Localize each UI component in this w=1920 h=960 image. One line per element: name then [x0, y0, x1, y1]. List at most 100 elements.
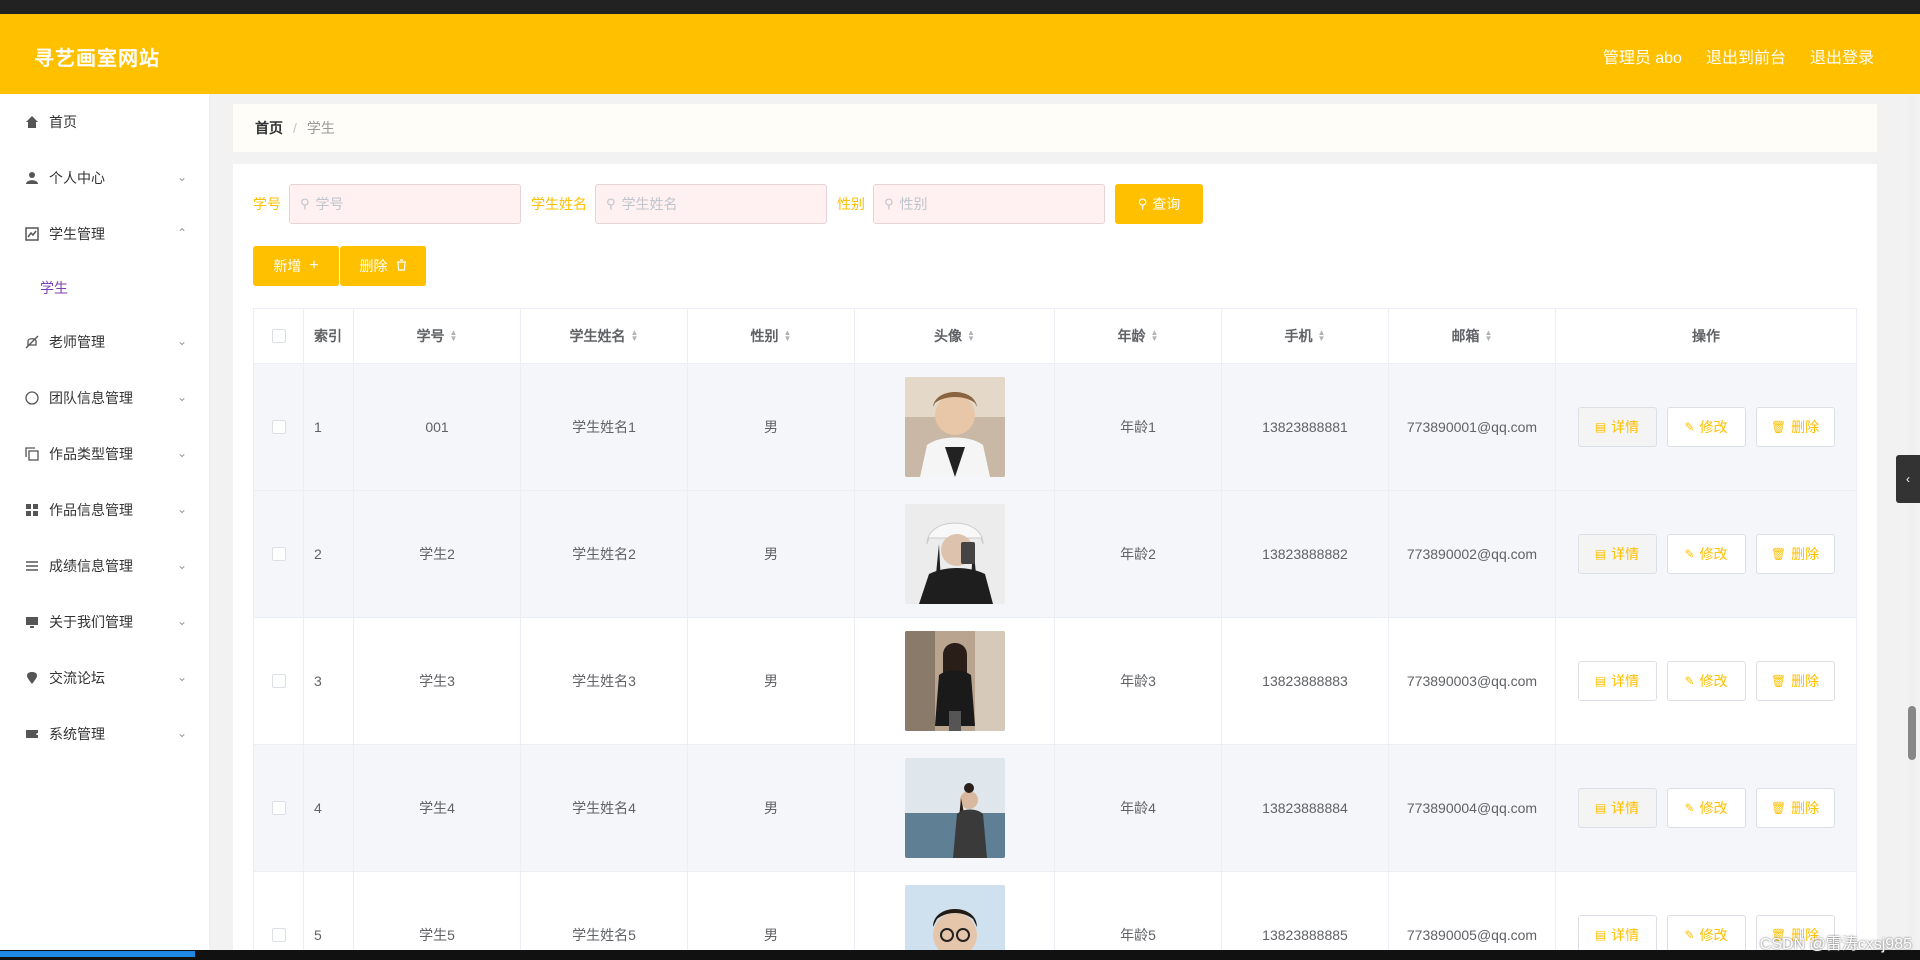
copy-icon: [24, 446, 40, 462]
plus-icon: +: [309, 257, 319, 274]
index-cell: 2: [304, 491, 354, 617]
column-header-avatar[interactable]: 头像 ▲ ▼: [855, 309, 1055, 363]
sidebar-item-about-us[interactable]: 关于我们管理 ⌄: [0, 594, 209, 650]
edit-button[interactable]: ✎ 修改: [1666, 407, 1746, 447]
back-to-frontend-link[interactable]: 退出到前台: [1706, 44, 1786, 68]
trash-icon: 🗑: [1770, 801, 1787, 815]
sidebar-item-forum[interactable]: 交流论坛 ⌄: [0, 650, 209, 706]
index-cell: 4: [304, 745, 354, 871]
detail-button[interactable]: ▤ 详情: [1577, 788, 1657, 828]
edit-icon: ✎: [1684, 547, 1695, 561]
sidebar-item-label: 首页: [49, 114, 77, 130]
sidebar-item-work-info[interactable]: 作品信息管理 ⌄: [0, 482, 209, 538]
delete-button-label: 删除: [1791, 673, 1820, 689]
delete-button[interactable]: 🗑 删除: [1755, 534, 1835, 574]
column-header-age[interactable]: 年龄 ▲ ▼: [1055, 309, 1222, 363]
sort-icon[interactable]: ▲ ▼: [1151, 329, 1159, 343]
student-name-input[interactable]: ⚲ 学生姓名: [595, 184, 827, 224]
sort-icon[interactable]: ▲ ▼: [631, 329, 639, 343]
avatar[interactable]: [904, 504, 1005, 604]
sort-icon[interactable]: ▲ ▼: [967, 329, 975, 343]
sidebar-item-score-info[interactable]: 成绩信息管理 ⌄: [0, 538, 209, 594]
edit-button-label: 修改: [1699, 927, 1728, 943]
avatar[interactable]: [904, 377, 1005, 477]
logout-link[interactable]: 退出登录: [1810, 44, 1874, 68]
detail-button[interactable]: ▤ 详情: [1577, 661, 1657, 701]
sidebar-item-teacher-management[interactable]: 老师管理 ⌄: [0, 314, 209, 370]
detail-button[interactable]: ▤ 详情: [1577, 915, 1657, 955]
avatar-cell: [855, 872, 1055, 960]
column-header-label: 年龄: [1117, 328, 1146, 344]
batch-delete-button-label: 删除: [359, 258, 388, 274]
table-row: 2 学生2 学生姓名2 男 年龄2 13823888882 773890002@…: [254, 491, 1856, 618]
admin-user-link[interactable]: 管理员 abo: [1603, 44, 1682, 68]
sidebar-item-work-type[interactable]: 作品类型管理 ⌄: [0, 426, 209, 482]
add-button[interactable]: 新增 +: [253, 246, 340, 286]
sidebar-subitem-student[interactable]: 学生: [0, 262, 209, 314]
batch-delete-button[interactable]: 删除: [340, 246, 427, 286]
student-name-cell: 学生姓名2: [521, 491, 688, 617]
top-header: 寻艺画室网站 管理员 abo 退出到前台 退出登录: [0, 14, 1920, 94]
sidebar: 首页 个人中心 ⌄ 学生管理 ⌃ 学生 老师管理 ⌄ 团队信息管理 ⌄ 作品类型…: [0, 94, 210, 960]
scrollbar-thumb[interactable]: [1908, 706, 1916, 760]
select-all-checkbox[interactable]: [271, 329, 286, 343]
sidebar-item-label: 系统管理: [49, 726, 105, 742]
edit-button[interactable]: ✎ 修改: [1666, 661, 1746, 701]
sidebar-item-label: 团队信息管理: [49, 390, 133, 406]
detail-button-label: 详情: [1611, 419, 1640, 435]
sidebar-item-home[interactable]: 首页: [0, 94, 209, 150]
sort-icon[interactable]: ▲ ▼: [1318, 329, 1326, 343]
row-checkbox[interactable]: [271, 420, 286, 434]
row-checkbox[interactable]: [271, 928, 286, 942]
delete-button[interactable]: 🗑 删除: [1755, 788, 1835, 828]
row-checkbox[interactable]: [271, 547, 286, 561]
query-button[interactable]: ⚲ 查询: [1115, 184, 1203, 224]
collapse-panel-tab[interactable]: ‹: [1896, 455, 1920, 503]
avatar[interactable]: [904, 631, 1005, 731]
column-header-student-name[interactable]: 学生姓名 ▲ ▼: [521, 309, 688, 363]
detail-button[interactable]: ▤ 详情: [1577, 534, 1657, 574]
column-header-student-no[interactable]: 学号 ▲ ▼: [354, 309, 521, 363]
trash-icon: 🗑: [1770, 547, 1787, 561]
gender-cell: 男: [688, 618, 855, 744]
window-top-strip: [0, 0, 1920, 14]
sidebar-item-team-info[interactable]: 团队信息管理 ⌄: [0, 370, 209, 426]
column-header-gender[interactable]: 性别 ▲ ▼: [688, 309, 855, 363]
sort-icon[interactable]: ▲ ▼: [784, 329, 792, 343]
student-name-placeholder: 学生姓名: [621, 196, 678, 212]
sort-icon[interactable]: ▲ ▼: [1485, 329, 1493, 343]
column-header-phone[interactable]: 手机 ▲ ▼: [1222, 309, 1389, 363]
avatar[interactable]: [904, 758, 1005, 858]
search-form: 学号 ⚲ 学号 学生姓名 ⚲ 学生姓名 性别 ⚲ 性别 ⚲ 查询: [253, 184, 1203, 224]
select-all-cell: [254, 309, 304, 363]
detail-button[interactable]: ▤ 详情: [1577, 407, 1657, 447]
gender-cell: 男: [688, 491, 855, 617]
gender-input[interactable]: ⚲ 性别: [873, 184, 1105, 224]
delete-button[interactable]: 🗑 删除: [1755, 661, 1835, 701]
column-header-label: 性别: [750, 328, 779, 344]
chevron-left-icon: ‹: [1906, 472, 1910, 486]
sidebar-item-student-management[interactable]: 学生管理 ⌃: [0, 206, 209, 262]
grid-icon: [24, 502, 40, 518]
table-header: 索引 学号 ▲ ▼ 学生姓名 ▲ ▼ 性别 ▲ ▼ 头像 ▲ ▼ 年龄 ▲ ▼ 手机 ▲ ▼ 邮箱 ▲ ▼ …: [254, 309, 1856, 364]
edit-button[interactable]: ✎ 修改: [1666, 915, 1746, 955]
edit-button[interactable]: ✎ 修改: [1666, 534, 1746, 574]
row-checkbox[interactable]: [271, 801, 286, 815]
edit-button[interactable]: ✎ 修改: [1666, 788, 1746, 828]
student-no-cell: 001: [354, 364, 521, 490]
page-scrollbar[interactable]: [1908, 94, 1916, 960]
breadcrumb-home[interactable]: 首页: [255, 118, 283, 138]
sort-icon[interactable]: ▲ ▼: [450, 329, 458, 343]
student-no-input[interactable]: ⚲ 学号: [289, 184, 521, 224]
avatar[interactable]: [904, 885, 1005, 960]
document-icon: ▤: [1594, 801, 1607, 815]
delete-button[interactable]: 🗑 删除: [1755, 407, 1835, 447]
student-table: 索引 学号 ▲ ▼ 学生姓名 ▲ ▼ 性别 ▲ ▼ 头像 ▲ ▼ 年龄 ▲ ▼ 手机 ▲ ▼ 邮箱 ▲ ▼ …: [253, 308, 1857, 960]
chevron-down-icon: ⌄: [176, 170, 187, 184]
sidebar-item-system[interactable]: 系统管理 ⌄: [0, 706, 209, 762]
row-checkbox[interactable]: [271, 674, 286, 688]
gender-placeholder: 性别: [899, 196, 928, 212]
sidebar-item-personal-center[interactable]: 个人中心 ⌄: [0, 150, 209, 206]
column-header-email[interactable]: 邮箱 ▲ ▼: [1389, 309, 1556, 363]
column-header-label: 学号: [416, 328, 445, 344]
